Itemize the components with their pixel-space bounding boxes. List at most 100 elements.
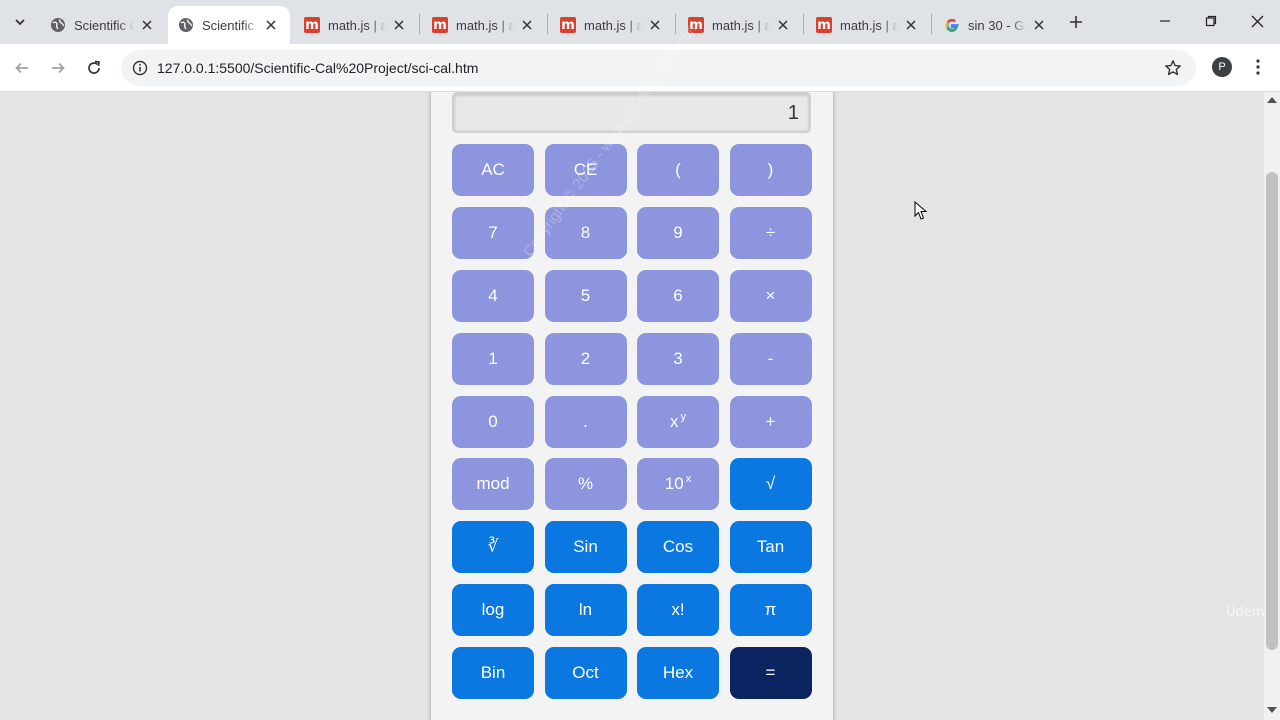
tab-close-icon[interactable] [262,16,280,34]
key-label: 4 [488,285,498,305]
key-label: . [583,411,588,431]
key-26-button[interactable]: Sin [544,521,627,574]
scrollbar-thumb[interactable] [1266,172,1278,650]
key-16-button[interactable]: - [729,332,812,385]
key-label: 7 [488,222,498,242]
bookmark-star-icon[interactable] [1162,57,1184,79]
key-20-button[interactable]: + [729,395,812,448]
key-4-button[interactable]: ) [729,144,812,196]
key-12-button[interactable]: × [729,269,812,322]
key-7-button[interactable]: 9 [637,206,719,259]
tab-title: math.js | an extensive math library [840,17,898,33]
kebab-menu-icon [1256,59,1260,75]
key-35-button[interactable]: Hex [637,647,719,700]
tab-close-icon[interactable] [774,16,792,34]
tab-1[interactable]: Scientific Calculator [40,6,166,44]
key-18-button[interactable]: . [544,395,627,448]
reload-button[interactable] [78,52,110,84]
key-24-button[interactable]: √ [729,458,812,511]
key-33-button[interactable]: Bin [452,647,534,700]
tab-title: Scientific Calculator [74,17,134,33]
tab-close-icon[interactable] [390,16,408,34]
tab-close-icon[interactable] [138,16,156,34]
plus-icon [1070,16,1082,28]
key-label: CE [573,160,598,179]
key-34-button[interactable]: Oct [544,647,627,700]
key-superscript: y [680,410,687,423]
key-29-button[interactable]: log [452,584,534,637]
scroll-down-arrow-icon[interactable] [1267,707,1277,713]
tab-6[interactable]: m math.js | an extensive math library [678,6,802,44]
key-14-button[interactable]: 2 [544,332,627,385]
tab-2[interactable]: Scientific Calculator [168,6,290,44]
tab-8[interactable]: sin 30 - Google Search [934,6,1058,44]
key-10-button[interactable]: 5 [544,269,627,322]
page-scrollbar[interactable] [1264,92,1280,720]
key-label: × [765,285,776,305]
tab-title: math.js | an extensive math library [328,17,386,33]
profile-avatar[interactable]: P [1212,57,1232,77]
key-13-button[interactable]: 1 [452,332,534,385]
new-tab-button[interactable] [1063,9,1089,35]
menu-button[interactable] [1248,55,1268,79]
globe-icon [50,17,66,33]
scroll-up-arrow-icon[interactable] [1267,97,1277,103]
key-22-button[interactable]: % [544,458,627,511]
minimize-button[interactable] [1142,6,1188,36]
key-28-button[interactable]: Tan [729,521,812,574]
key-label: % [577,474,594,494]
key-label: - [767,348,774,368]
tab-close-icon[interactable] [518,16,536,34]
mathjs-icon: m [304,17,320,33]
key-23-button[interactable]: 10 x [637,458,719,511]
key-31-button[interactable]: x! [637,584,719,637]
key-label: ( [675,160,681,179]
browser-toolbar: 127.0.0.1:5500/Scientific-Cal%20Project/… [0,44,1280,92]
forward-button[interactable] [42,52,74,84]
key-3-button[interactable]: ( [637,144,719,196]
tab-5[interactable]: m math.js | an extensive math library [550,6,674,44]
key-8-button[interactable]: ÷ [729,206,812,259]
tab-search-button[interactable] [6,8,34,36]
key-30-button[interactable]: ln [544,584,627,637]
window-close-button[interactable] [1234,6,1280,36]
tab-close-icon[interactable] [902,16,920,34]
key-27-button[interactable]: Cos [637,521,719,574]
tab-title: math.js | an extensive math library [584,17,642,33]
tab-4[interactable]: m math.js | an extensive math library [422,6,546,44]
minimize-icon [1160,20,1170,22]
address-bar[interactable]: 127.0.0.1:5500/Scientific-Cal%20Project/… [121,50,1196,86]
key-label: ln [578,600,593,620]
tab-close-icon[interactable] [1030,16,1048,34]
key-superscript: x [685,473,692,486]
key-19-button[interactable]: xy [637,395,719,448]
key-1-button[interactable]: AC [452,144,534,196]
key-label: 9 [673,222,683,242]
key-9-button[interactable]: 4 [452,269,534,322]
key-32-button[interactable]: π [729,584,812,637]
key-15-button[interactable]: 3 [637,332,719,385]
key-25-button[interactable]: ∛ [452,521,534,574]
key-36-button[interactable]: = [729,647,812,700]
tab-7[interactable]: m math.js | an extensive math library [806,6,930,44]
key-label: log [481,600,505,620]
tab-3[interactable]: m math.js | an extensive math library [294,6,418,44]
tab-close-icon[interactable] [646,16,664,34]
key-label: mod [476,474,510,494]
back-button[interactable] [6,52,38,84]
key-5-button[interactable]: 7 [452,206,534,259]
key-label: 2 [580,348,591,368]
site-info-icon[interactable] [129,57,151,79]
key-label: ÷ [765,222,776,242]
google-icon [944,17,960,33]
restore-button[interactable] [1188,6,1234,36]
key-17-button[interactable]: 0 [452,395,534,448]
key-21-button[interactable]: mod [452,458,534,511]
key-label: 3 [673,348,683,368]
key-2-button[interactable]: CE [544,144,627,196]
key-label: + [765,411,776,431]
key-6-button[interactable]: 8 [544,206,627,259]
key-label: 0 [488,411,498,431]
key-11-button[interactable]: 6 [637,269,719,322]
key-label: ) [767,160,774,179]
